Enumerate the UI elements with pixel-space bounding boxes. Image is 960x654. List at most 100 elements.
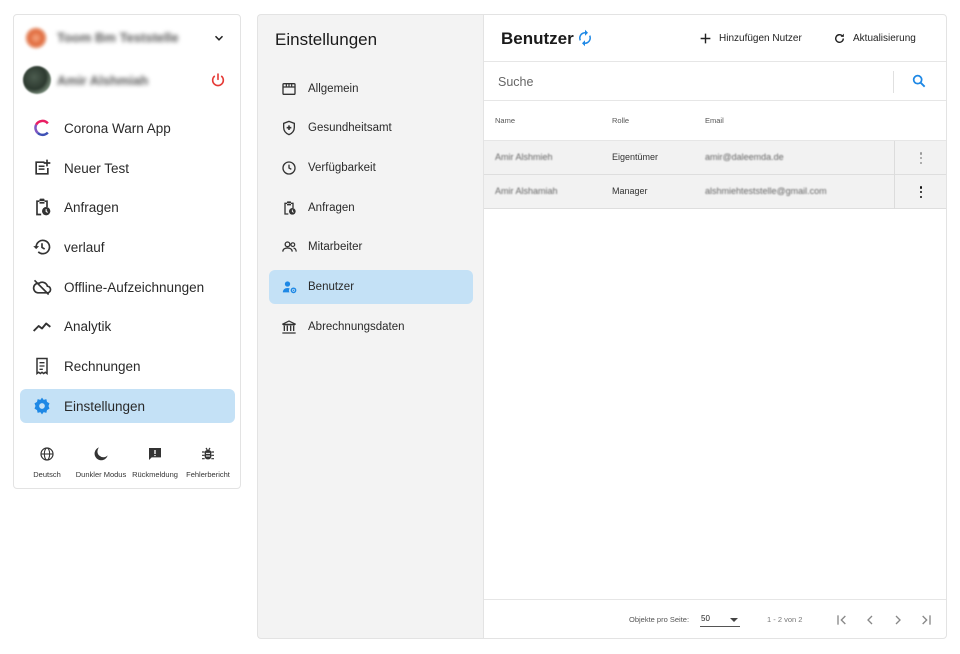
- footer-label: Dunkler Modus: [75, 470, 127, 479]
- avatar: [23, 66, 51, 94]
- settings-item-label: Allgemein: [308, 83, 359, 95]
- refresh-label: Aktualisierung: [853, 32, 916, 44]
- column-header-email[interactable]: Email: [705, 116, 724, 125]
- settings-item-label: Mitarbeiter: [308, 241, 363, 253]
- history-icon: [31, 236, 53, 258]
- last-page-icon[interactable]: [918, 612, 934, 628]
- user-name: Amir Alshmiah: [57, 73, 149, 88]
- settings-item-abrechnungsdaten[interactable]: Abrechnungsdaten: [269, 310, 473, 344]
- corona-warn-app-icon: [31, 117, 53, 139]
- settings-item-allgemein[interactable]: Allgemein: [269, 72, 473, 106]
- location-logo: [25, 27, 47, 49]
- bug-icon: [180, 443, 236, 465]
- refresh-icon: [835, 33, 844, 43]
- settings-item-label: Benutzer: [308, 281, 355, 293]
- user-email-cell: amir@daleemda.de: [705, 152, 784, 162]
- page-title: Benutzer: [501, 29, 574, 48]
- sidebar-item-rechnungen[interactable]: Rechnungen: [20, 349, 235, 383]
- settings-item-label: Gesundheitsamt: [308, 122, 392, 134]
- clipboard-clock-icon: [31, 196, 53, 218]
- sidebar-item-label: Neuer Test: [64, 160, 130, 176]
- chevron-down-icon[interactable]: [212, 31, 226, 45]
- people-icon: [280, 238, 298, 256]
- sidebar-item-corona-warn-app[interactable]: Corona Warn App: [20, 111, 235, 145]
- search-divider: [893, 71, 894, 93]
- column-header-name[interactable]: Name: [495, 116, 515, 125]
- location-name: Toom Bm Teststelle: [57, 30, 179, 45]
- cloud-off-icon: [31, 276, 53, 298]
- feedback-button[interactable]: Rückmeldung: [127, 443, 183, 483]
- sidebar-item-label: Anfragen: [64, 199, 119, 215]
- previous-page-icon[interactable]: [862, 612, 878, 628]
- receipt-icon: [31, 355, 53, 377]
- users-panel: Benutzer Hinzufügen Nutzer Aktualisierun…: [483, 14, 947, 639]
- user-email-cell: alshmiehteststelle@gmail.com: [705, 186, 827, 196]
- user-name-cell: Amir Alshamiah: [495, 186, 558, 196]
- user-role-cell: Eigentümer: [612, 152, 659, 162]
- next-page-icon[interactable]: [890, 612, 906, 628]
- store-icon: [280, 80, 298, 98]
- search-input[interactable]: [498, 71, 878, 93]
- settings-panel: Einstellungen Allgemein Gesundheitsamt V…: [257, 14, 483, 639]
- settings-item-anfragen[interactable]: Anfragen: [269, 191, 473, 225]
- more-vert-icon[interactable]: [914, 184, 928, 200]
- globe-icon: [19, 443, 75, 465]
- more-vert-icon[interactable]: [914, 150, 928, 166]
- dropdown-arrow-icon: [730, 618, 738, 622]
- settings-item-mitarbeiter[interactable]: Mitarbeiter: [269, 230, 473, 264]
- user-name-cell: Amir Alshmieh: [495, 152, 553, 162]
- table-row[interactable]: Amir Alshamiah Manager alshmiehteststell…: [484, 175, 946, 209]
- note-add-icon: [31, 157, 53, 179]
- settings-item-gesundheitsamt[interactable]: Gesundheitsamt: [269, 111, 473, 145]
- refresh-button[interactable]: Aktualisierung: [833, 29, 916, 47]
- bank-icon: [280, 318, 298, 336]
- table-row[interactable]: Amir Alshmieh Eigentümer amir@daleemda.d…: [484, 141, 946, 175]
- sidebar-item-verlauf[interactable]: verlauf: [20, 230, 235, 264]
- plus-icon: [700, 33, 711, 43]
- sidebar-item-analytik[interactable]: Analytik: [20, 309, 235, 343]
- add-user-label: Hinzufügen Nutzer: [719, 32, 802, 44]
- health-shield-icon: [280, 119, 298, 137]
- moon-icon: [73, 443, 129, 465]
- settings-title: Einstellungen: [275, 30, 378, 49]
- settings-item-label: Verfügbarkeit: [308, 162, 376, 174]
- sidebar-item-offline-aufzeichnungen[interactable]: Offline-Aufzeichnungen: [20, 270, 235, 304]
- row-divider: [894, 175, 895, 209]
- dark-mode-button[interactable]: Dunkler Modus: [73, 443, 129, 483]
- feedback-icon: [127, 443, 183, 465]
- footer-label: Deutsch: [33, 470, 61, 479]
- page-range-label: 1 - 2 von 2: [767, 615, 803, 624]
- clock-icon: [280, 159, 298, 177]
- search-icon[interactable]: [911, 73, 929, 91]
- sidebar-item-label: Rechnungen: [64, 358, 141, 374]
- sidebar-item-label: Corona Warn App: [64, 120, 171, 136]
- footer-label: Rückmeldung: [132, 470, 178, 479]
- items-per-page-select[interactable]: 50: [700, 613, 740, 627]
- items-per-page-label: Objekte pro Seite:: [629, 615, 690, 624]
- footer-label: Fehlerbericht: [186, 470, 230, 479]
- sidebar-item-label: Offline-Aufzeichnungen: [64, 279, 205, 295]
- language-button[interactable]: Deutsch: [19, 443, 75, 483]
- user-row: Amir Alshmiah: [14, 63, 240, 97]
- pagination-bar: Objekte pro Seite: 50 1 - 2 von 2: [484, 599, 946, 639]
- location-selector[interactable]: Toom Bm Teststelle: [14, 15, 240, 61]
- user-role-cell: Manager: [612, 186, 648, 196]
- sidebar-item-neuer-test[interactable]: Neuer Test: [20, 151, 235, 185]
- trending-icon: [31, 315, 53, 337]
- row-divider: [894, 141, 895, 175]
- sync-icon[interactable]: [576, 29, 594, 47]
- sidebar-item-anfragen[interactable]: Anfragen: [20, 190, 235, 224]
- add-user-button[interactable]: Hinzufügen Nutzer: [699, 29, 802, 47]
- column-header-role[interactable]: Rolle: [612, 116, 629, 125]
- settings-item-benutzer[interactable]: Benutzer: [269, 270, 473, 304]
- gear-icon: [31, 395, 53, 417]
- power-icon[interactable]: [210, 72, 226, 88]
- settings-item-verfuegbarkeit[interactable]: Verfügbarkeit: [269, 151, 473, 185]
- bug-report-button[interactable]: Fehlerbericht: [180, 443, 236, 483]
- items-per-page-value: 50: [701, 614, 710, 623]
- clipboard-clock-icon: [280, 199, 298, 217]
- sidebar-item-einstellungen[interactable]: Einstellungen: [20, 389, 235, 423]
- sidebar-item-label: verlauf: [64, 239, 105, 255]
- settings-item-label: Anfragen: [308, 202, 355, 214]
- first-page-icon[interactable]: [834, 612, 850, 628]
